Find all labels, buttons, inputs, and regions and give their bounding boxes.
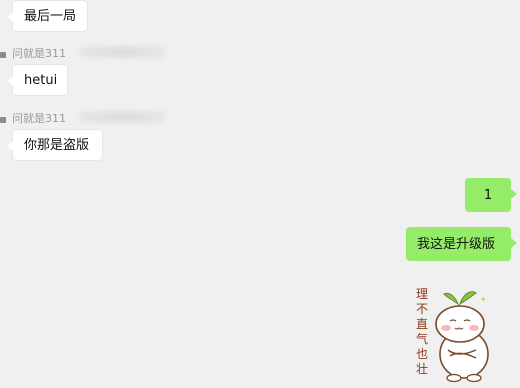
sticker-caption-char: 理: [416, 287, 428, 301]
sticker-caption-char: 也: [416, 347, 428, 361]
message-bubble-left[interactable]: hetui: [7, 64, 68, 96]
sender-name: 问就是311: [12, 47, 66, 60]
sticker-caption-char: 壮: [416, 362, 428, 376]
message-text: 最后一局: [24, 8, 77, 24]
message-bubble-left[interactable]: 最后一局: [7, 0, 88, 32]
svg-text:✦: ✦: [480, 295, 487, 304]
sticker-graphic: 理 不 直 气 也 壮 ✦: [416, 287, 489, 383]
avatar-edge: [0, 117, 6, 123]
sticker-image[interactable]: 理 不 直 气 也 壮 ✦: [408, 284, 512, 384]
blurred-sender-info: [78, 111, 166, 123]
chat-window: 最后一局 问就是311 hetui 问就是311 你那是盗版 1 我这是升级版 …: [0, 0, 520, 386]
blurred-sender-info: [78, 46, 166, 58]
sticker-caption-char: 气: [416, 331, 428, 346]
message-bubble-right[interactable]: 1: [465, 178, 517, 212]
message-text: 我这是升级版: [417, 236, 496, 252]
sticker-caption-char: 直: [416, 317, 428, 331]
message-bubble-right[interactable]: 我这是升级版: [406, 227, 517, 261]
message-bubble-left[interactable]: 你那是盗版: [7, 129, 103, 161]
sender-name: 问就是311: [12, 112, 66, 125]
message-text: hetui: [24, 72, 58, 88]
sticker-caption-char: 不: [416, 302, 428, 316]
message-text: 1: [483, 187, 493, 203]
message-text: 你那是盗版: [24, 137, 90, 153]
avatar-edge: [0, 52, 6, 58]
